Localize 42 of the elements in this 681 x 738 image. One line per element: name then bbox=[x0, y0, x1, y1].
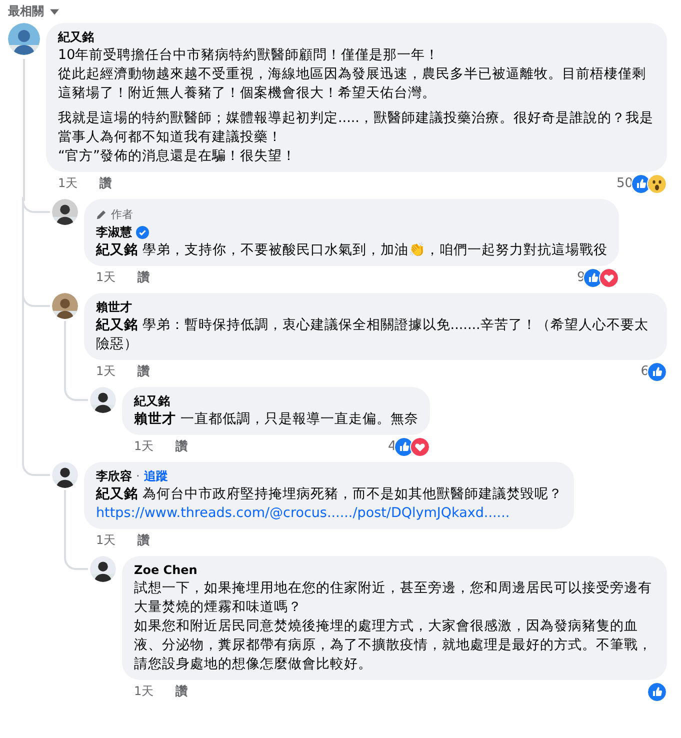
timestamp: 1天 bbox=[96, 269, 116, 286]
comment-text: 紀又銘 為何台中市政府堅持掩埋病死豬，而不是如其他獸醫師建議焚毀呢？ bbox=[96, 484, 562, 504]
follow-link[interactable]: 追蹤 bbox=[144, 468, 168, 484]
comment-text: 紀又銘 學弟，支持你，不要被酸民口水氣到，加油👏，咱們一起努力對抗這場戰役 bbox=[96, 240, 608, 260]
url-link[interactable]: https://www.threads.com/@crocus....../post/DQlymJQkaxd...... bbox=[96, 504, 562, 522]
comment-text: 賴世才 一直都低調，只是報導一直走偏。無奈 bbox=[134, 410, 418, 428]
separator-dot: · bbox=[136, 468, 140, 484]
comment-text: 我就是這場的特約獸醫師；媒體報導起初判定.....，獸醫師建議投藥治療。很好奇是誰說的？我是當事人為何都不知道我有建議投藥！ bbox=[58, 108, 654, 146]
commenter-name[interactable]: Zoe Chen bbox=[134, 562, 198, 578]
timestamp: 1天 bbox=[96, 532, 116, 549]
like-link[interactable]: 讚 bbox=[138, 532, 150, 549]
commenter-name[interactable]: 紀又銘 bbox=[134, 392, 170, 410]
sort-dropdown[interactable]: 最相關 bbox=[8, 4, 59, 18]
like-link[interactable]: 讚 bbox=[176, 438, 188, 455]
commenter-name[interactable]: 賴世才 bbox=[96, 298, 132, 316]
wow-face-icon bbox=[647, 174, 667, 194]
reaction-count: 50 bbox=[616, 176, 633, 191]
pencil-icon bbox=[96, 208, 107, 220]
comment-text: 10年前受聘擔任台中市豬病特約獸醫師顧問！僅僅是那一年！ bbox=[58, 46, 440, 64]
timestamp: 1天 bbox=[96, 363, 116, 380]
comment-text: 紀又銘 學弟：暫時保持低調，衷心建議保全相關證據以免.......辛苦了！（希望人心不要太險惡） bbox=[96, 316, 650, 354]
comment-text: 從此起經濟動物越來越不受重視，海線地區因為發展迅速，農民多半已被逼離牧。目前梧棲僅剩這豬場了！附近無人養豬了！個案機會很大！希望天佑台灣。 bbox=[58, 64, 647, 102]
commenter-name[interactable]: 李欣容 bbox=[96, 468, 132, 484]
comment-text: “官方”發佈的消息還是在騙！很失望！ bbox=[58, 146, 297, 166]
heart-icon bbox=[599, 268, 620, 288]
timestamp: 1天 bbox=[58, 175, 78, 192]
like-link[interactable]: 讚 bbox=[100, 175, 112, 192]
like-link[interactable]: 讚 bbox=[176, 683, 188, 700]
commenter-name[interactable]: 紀又銘 bbox=[58, 28, 94, 46]
commenter-name[interactable]: 李淑慧 bbox=[96, 224, 132, 240]
heart-icon bbox=[410, 436, 430, 456]
comment-text: 如果您和附近居民同意焚燒後掩埋的處理方式，大家會很感激，因為發病豬隻的血液、分泌物，糞尿都帶有病原，為了不擴散疫情，就地處理是最好的方式。不筆戰，請您設身處地的想像怎麼做會比較好。 bbox=[134, 616, 653, 674]
like-link[interactable]: 讚 bbox=[138, 363, 150, 380]
reaction-count: 4 bbox=[388, 439, 396, 454]
like-icon bbox=[647, 682, 667, 702]
like-link[interactable]: 讚 bbox=[138, 269, 150, 286]
timestamp: 1天 bbox=[134, 683, 154, 700]
comment-text: 試想一下，如果掩埋用地在您的住家附近，甚至旁邊，您和周邊居民可以接受旁邊有大量焚燒的煙霧和味道嗎？ bbox=[134, 578, 653, 616]
like-icon bbox=[647, 362, 667, 382]
timestamp: 1天 bbox=[134, 438, 154, 455]
caret-icon bbox=[50, 8, 59, 14]
author-label: 作者 bbox=[111, 206, 133, 222]
